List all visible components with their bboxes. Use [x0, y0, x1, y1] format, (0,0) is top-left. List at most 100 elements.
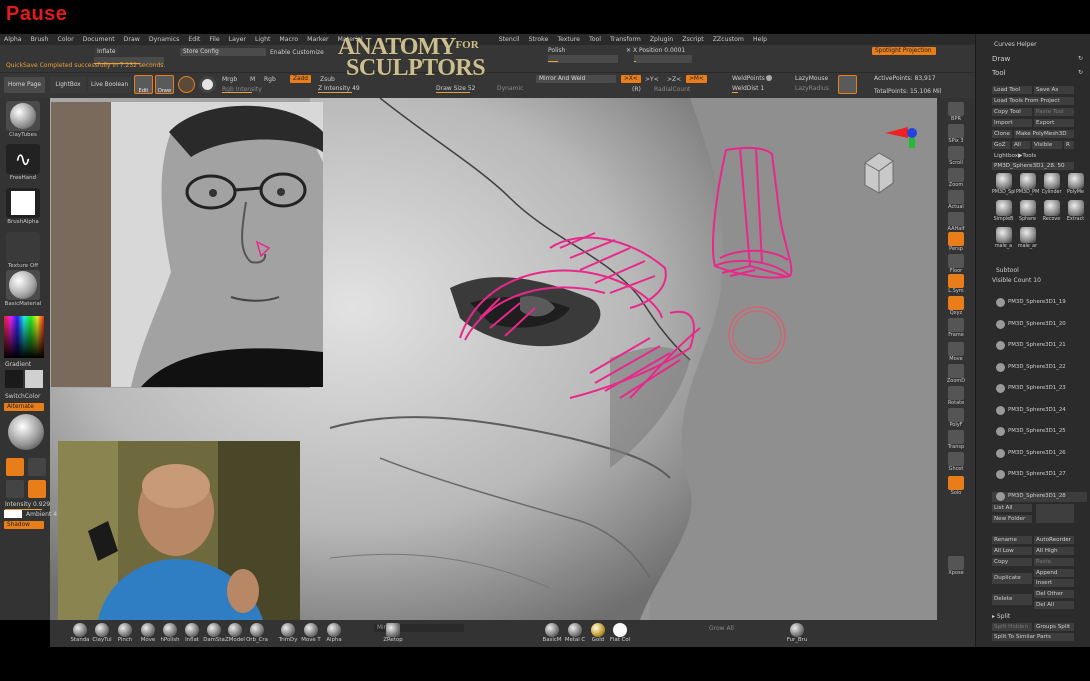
shelf-brush-item[interactable]: Move T — [299, 623, 323, 643]
groups-split-button[interactable]: Groups Split — [1034, 623, 1074, 631]
secondary-color-swatch[interactable] — [25, 370, 43, 388]
menu-item-zplugin[interactable]: Zplugin — [650, 36, 673, 43]
shelf-brush-item[interactable]: TrimDy — [276, 623, 300, 643]
subtool-item[interactable]: PM3D_Sphere3D1_26 — [992, 448, 1087, 459]
shelf-brush-item[interactable]: ZModel — [223, 623, 247, 643]
main-color-swatch[interactable] — [5, 370, 23, 388]
subtool-item[interactable]: PM3D_Sphere3D1_19 — [992, 298, 1087, 308]
nav-transp-button[interactable]: Transp — [942, 430, 970, 450]
menu-item-stroke[interactable]: Stroke — [529, 36, 549, 43]
goz-visible-button[interactable]: Visible — [1032, 141, 1062, 149]
nav-frame-button[interactable]: Frame — [942, 318, 970, 338]
menu-item-document[interactable]: Document — [83, 36, 115, 43]
delete-button[interactable]: Delete — [992, 594, 1032, 605]
mirror-and-weld-button[interactable]: Mirror And Weld — [536, 75, 616, 83]
subtool-item[interactable]: PM3D_Sphere3D1_24 — [992, 405, 1087, 416]
nav-scroll-button[interactable]: Scroll — [942, 146, 970, 166]
menu-item-edit[interactable]: Edit — [188, 36, 200, 43]
menu-item-layer[interactable]: Layer — [229, 36, 246, 43]
load-tool-button[interactable]: Load Tool — [992, 86, 1032, 94]
split-hidden-button[interactable]: Split Hidden — [992, 623, 1032, 631]
lightbox-tools-button[interactable]: Lightbox▶Tools — [992, 152, 1074, 160]
menu-item-tool[interactable]: Tool — [589, 36, 601, 43]
list-all-button[interactable]: List All — [992, 504, 1032, 512]
nav-qxyz-button[interactable]: Qxyz — [942, 296, 970, 316]
polish-label[interactable]: Polish — [548, 47, 565, 54]
radial-r-button[interactable]: (R) — [632, 86, 641, 93]
rename-button[interactable]: Rename — [992, 536, 1032, 544]
z-intensity-slider[interactable] — [318, 89, 388, 93]
menu-item-color[interactable]: Color — [57, 36, 73, 43]
weld-points-button[interactable]: WeldPoints — [732, 75, 765, 82]
rgb-intensity-slider[interactable] — [222, 89, 302, 93]
draw-button[interactable]: Draw — [155, 75, 174, 94]
shelf-material-item[interactable]: BasicM — [540, 623, 564, 643]
shelf-material-item[interactable]: Metal C — [563, 623, 587, 643]
menu-item-zzcustom[interactable]: ZZcustom — [713, 36, 744, 43]
x-axis-symmetry-button[interactable]: >X< — [621, 75, 641, 83]
menu-item-file[interactable]: File — [209, 36, 219, 43]
light-bulb-icon[interactable] — [28, 480, 46, 498]
tool-thumbnail[interactable]: PM3D_PM3D_ — [1016, 172, 1039, 198]
shelf-brush-item[interactable]: Standa — [68, 623, 92, 643]
nav-l-sym-button[interactable]: L.Sym — [942, 274, 970, 294]
visible-count-label[interactable]: Visible Count 10 — [992, 277, 1041, 284]
menu-item-light[interactable]: Light — [255, 36, 270, 43]
nav-xpose-button[interactable]: Xpose — [942, 556, 970, 576]
subtool-item[interactable]: PM3D_Sphere3D1_22 — [992, 362, 1087, 373]
live-boolean-button[interactable]: Live Boolean — [88, 77, 131, 93]
m-button[interactable]: M — [250, 76, 255, 83]
goz-all-button[interactable]: All — [1012, 141, 1030, 149]
nav-polyf-button[interactable]: PolyF — [942, 408, 970, 428]
tool-thumbnail[interactable]: Extract — [1064, 199, 1087, 225]
goz-r-button[interactable]: R — [1064, 141, 1074, 149]
home-page-button[interactable]: Home Page — [4, 77, 45, 93]
enable-customize-button[interactable]: Enable Customize — [270, 49, 324, 56]
mrgb-button[interactable]: Mrgb — [222, 76, 237, 83]
lazy-radius-label[interactable]: LazyRadius — [795, 85, 829, 92]
m-axis-symmetry-button[interactable]: >M< — [686, 75, 707, 83]
inflate-button[interactable]: Inflate — [94, 48, 119, 56]
nav-persp-button[interactable]: Persp — [942, 232, 970, 252]
fur-brush-item[interactable]: Fur_Bru — [785, 623, 809, 643]
tool-thumbnail[interactable]: SimpleB — [992, 199, 1015, 225]
menu-item-macro[interactable]: Macro — [279, 36, 298, 43]
subtool-header[interactable]: Subtool — [996, 267, 1019, 274]
shelf-brush-item[interactable]: Orb_Cra — [245, 623, 269, 643]
split-header[interactable]: ▸ Split — [992, 613, 1010, 620]
tool-thumbnail[interactable]: Sphere — [1016, 199, 1039, 225]
refresh-icon[interactable]: ↻ — [1078, 69, 1083, 76]
texture-selector[interactable]: Texture Off — [4, 232, 42, 269]
x-position-slider[interactable] — [634, 55, 692, 63]
light-sphere-icon[interactable] — [8, 414, 44, 450]
tool-thumbnail[interactable]: Cylinder — [1040, 172, 1063, 198]
shelf-material-item[interactable]: Flat Col — [608, 623, 632, 643]
append-button[interactable]: Append — [1034, 569, 1074, 577]
nav-floor-button[interactable]: Floor — [942, 254, 970, 274]
menu-item-alpha[interactable]: Alpha — [4, 36, 22, 43]
switch-color-button[interactable]: SwitchColor — [5, 393, 41, 400]
new-folder-button[interactable]: New Folder — [992, 515, 1032, 523]
menu-item-zscript[interactable]: Zscript — [682, 36, 703, 43]
goz-button[interactable]: GoZ — [992, 141, 1010, 149]
color-picker[interactable] — [4, 316, 44, 358]
all-high-button[interactable]: All High — [1034, 547, 1074, 555]
nav-ghost-button[interactable]: Ghost — [942, 452, 970, 472]
export-button[interactable]: Export — [1034, 119, 1074, 127]
shadow-button[interactable]: Shadow — [4, 521, 44, 529]
shelf-brush-item[interactable]: Move — [136, 623, 160, 643]
refresh-icon[interactable]: ↻ — [1078, 55, 1083, 62]
gradient-label[interactable]: Gradient — [5, 361, 31, 368]
current-tool-slider[interactable]: PM3D_Sphere3D1_28. 50 — [992, 162, 1074, 170]
subtool-item[interactable]: PM3D_Sphere3D1_20 — [992, 319, 1087, 330]
rgb-button[interactable]: Rgb — [264, 76, 276, 83]
all-low-button[interactable]: All Low — [992, 547, 1032, 555]
alpha-selector[interactable]: BrushAlpha — [4, 188, 42, 225]
menu-item-dynamics[interactable]: Dynamics — [149, 36, 180, 43]
nav-solo-button[interactable]: Solo — [942, 476, 970, 496]
grow-all-button[interactable]: Grow All — [709, 625, 734, 632]
tool-thumbnail[interactable]: Recove — [1040, 199, 1063, 225]
subtool-arrows[interactable] — [1036, 504, 1074, 523]
store-config-button[interactable]: Store Config — [180, 48, 266, 56]
nav-spix-3-button[interactable]: SPix 3 — [942, 124, 970, 144]
